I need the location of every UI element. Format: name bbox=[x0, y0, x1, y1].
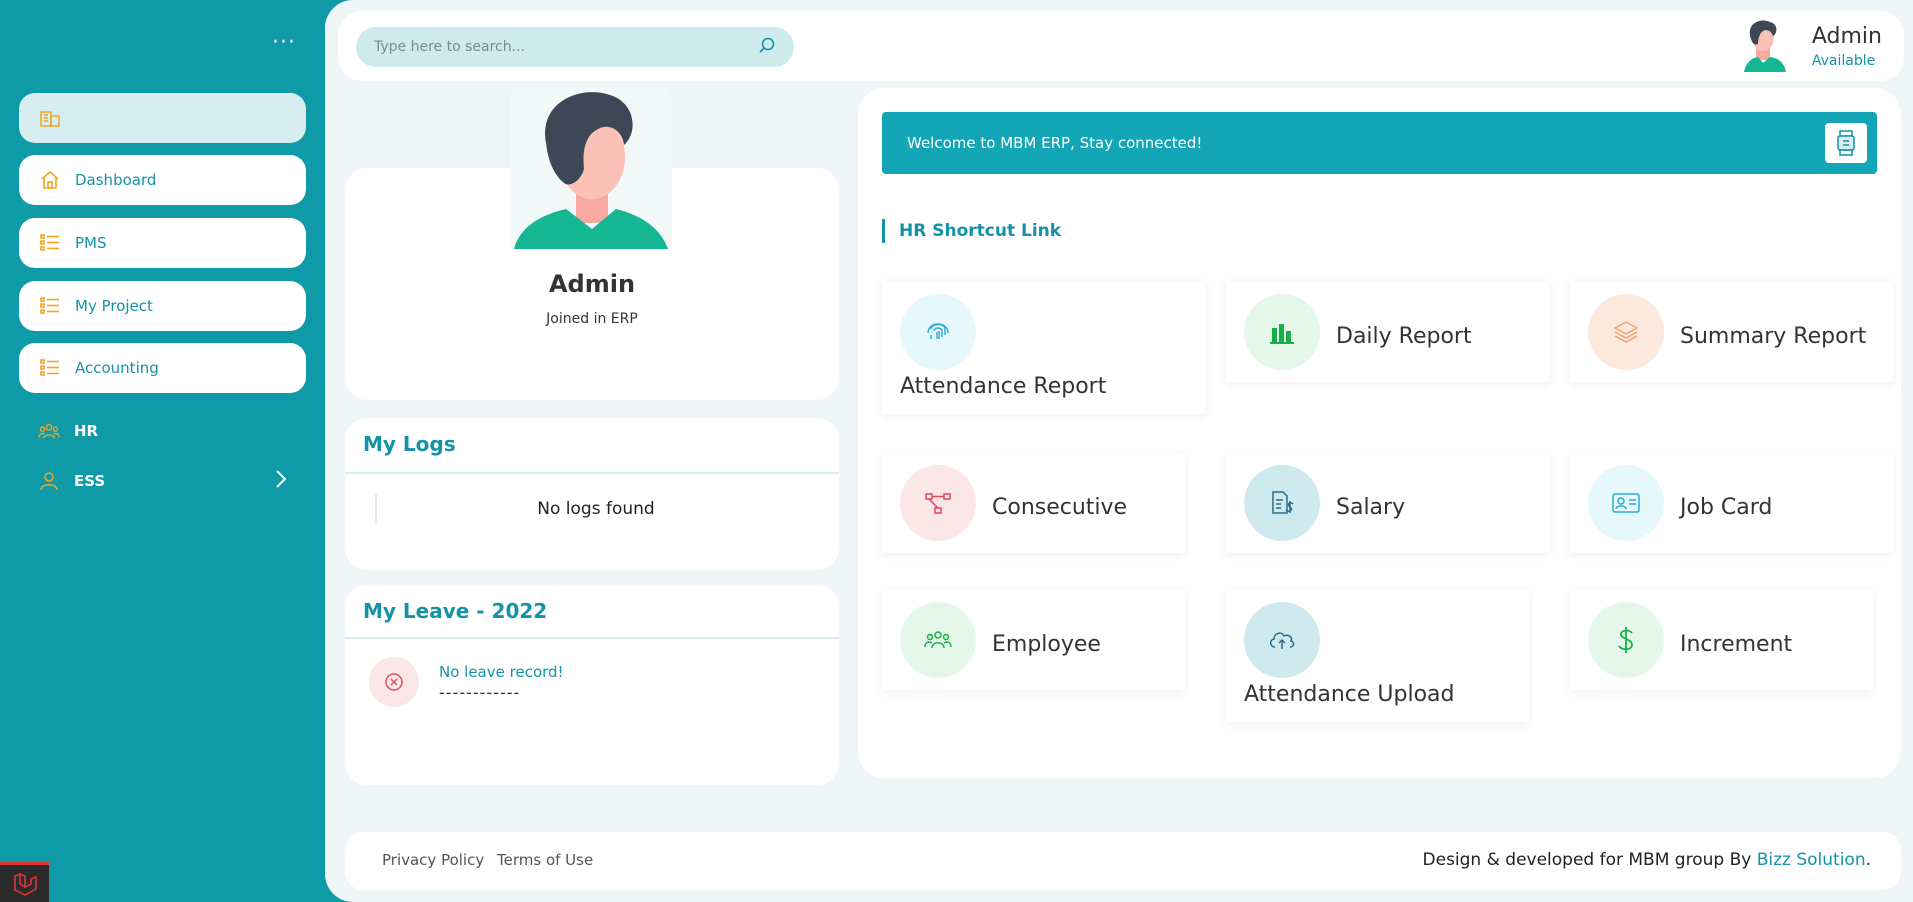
sidebar-section-label: ESS bbox=[74, 472, 106, 490]
shortcut-label: Summary Report bbox=[1680, 324, 1867, 349]
fingerprint-icon bbox=[900, 294, 976, 370]
sidebar-item-dashboard[interactable]: Dashboard bbox=[19, 155, 306, 205]
shortcut-summary-report[interactable]: Summary Report bbox=[1570, 282, 1893, 382]
salary-doc-icon bbox=[1244, 465, 1320, 541]
divider bbox=[345, 472, 839, 474]
user-icon bbox=[38, 470, 60, 492]
search-icon[interactable] bbox=[758, 36, 776, 58]
footer-credit: Design & developed for MBM group By Bizz… bbox=[1423, 850, 1871, 870]
top-bar: Admin Available bbox=[338, 11, 1904, 81]
shortcut-increment[interactable]: Increment bbox=[1570, 590, 1873, 690]
shortcut-label: Attendance Report bbox=[900, 374, 1107, 399]
shortcut-label: Increment bbox=[1680, 632, 1793, 657]
shortcut-employee[interactable]: Employee bbox=[882, 590, 1185, 690]
shortcut-attendance-upload[interactable]: Attendance Upload bbox=[1226, 590, 1529, 722]
profile-name: Admin bbox=[548, 270, 636, 298]
watch-icon[interactable] bbox=[1825, 123, 1867, 163]
shortcut-section-title: HR Shortcut Link bbox=[882, 219, 1061, 243]
team-icon bbox=[900, 602, 976, 678]
search-bar bbox=[356, 27, 794, 67]
sidebar-item-label: PMS bbox=[75, 234, 107, 252]
profile-subtitle: Joined in ERP bbox=[546, 311, 638, 327]
sidebar-item-my-project[interactable]: My Project bbox=[19, 281, 306, 331]
main-content: Admin Available Admin Joined in ERP My L… bbox=[325, 0, 1913, 902]
list-icon bbox=[39, 357, 61, 379]
shortcut-daily-report[interactable]: Daily Report bbox=[1226, 282, 1549, 382]
sidebar: ··· Dashboard PMS My Project Accounting bbox=[0, 0, 325, 902]
sidebar-item-company[interactable] bbox=[19, 93, 306, 143]
sidebar-item-pms[interactable]: PMS bbox=[19, 218, 306, 268]
welcome-message: Welcome to MBM ERP, Stay connected! bbox=[907, 134, 1203, 152]
user-status: Available bbox=[1811, 53, 1876, 70]
shortcut-consecutive[interactable]: Consecutive bbox=[882, 453, 1185, 553]
shortcut-attendance-report[interactable]: Attendance Report bbox=[882, 282, 1205, 414]
bizz-solution-link[interactable]: Bizz Solution bbox=[1757, 850, 1866, 870]
home-icon bbox=[39, 169, 61, 191]
sidebar-item-accounting[interactable]: Accounting bbox=[19, 343, 306, 393]
chevron-right-icon[interactable] bbox=[274, 468, 288, 494]
laravel-debug-icon[interactable] bbox=[0, 862, 49, 902]
profile-avatar bbox=[510, 87, 672, 249]
list-icon bbox=[39, 232, 61, 254]
list-icon bbox=[39, 295, 61, 317]
layers-icon bbox=[1588, 294, 1664, 370]
sidebar-item-label: My Project bbox=[75, 297, 153, 315]
user-menu[interactable]: Admin Available bbox=[1740, 18, 1882, 76]
sidebar-section-hr[interactable]: HR bbox=[38, 420, 288, 442]
shortcut-label: Consecutive bbox=[992, 495, 1128, 520]
sidebar-section-ess[interactable]: ESS bbox=[38, 470, 288, 492]
leave-card: My Leave - 2022 No leave record! -------… bbox=[345, 585, 839, 785]
dollar-icon bbox=[1588, 602, 1664, 678]
search-input[interactable] bbox=[374, 39, 758, 55]
leave-title: My Leave - 2022 bbox=[363, 599, 548, 623]
cloud-upload-icon bbox=[1244, 602, 1320, 678]
close-circle-icon bbox=[369, 657, 419, 707]
sidebar-item-label: Accounting bbox=[75, 359, 159, 377]
shortcut-label: Salary bbox=[1336, 495, 1406, 520]
footer-credit-suffix: . bbox=[1865, 850, 1871, 870]
avatar bbox=[1740, 18, 1790, 76]
sidebar-section-label: HR bbox=[74, 422, 99, 440]
footer: Privacy Policy Terms of Use Design & dev… bbox=[345, 832, 1901, 890]
sidebar-item-label: Dashboard bbox=[75, 171, 157, 189]
logs-title: My Logs bbox=[363, 432, 456, 456]
logs-card: My Logs No logs found bbox=[345, 418, 839, 570]
shortcut-job-card[interactable]: Job Card bbox=[1570, 453, 1893, 553]
flowchart-icon bbox=[900, 465, 976, 541]
shortcut-panel: Welcome to MBM ERP, Stay connected! HR S… bbox=[858, 88, 1901, 778]
building-icon bbox=[39, 107, 61, 129]
shortcut-label: Attendance Upload bbox=[1244, 682, 1455, 707]
leave-placeholder: ------------ bbox=[439, 683, 521, 702]
shortcut-label: Daily Report bbox=[1336, 324, 1472, 349]
welcome-banner: Welcome to MBM ERP, Stay connected! bbox=[882, 112, 1877, 174]
privacy-policy-link[interactable]: Privacy Policy bbox=[382, 851, 484, 869]
users-icon bbox=[38, 420, 60, 442]
divider bbox=[345, 637, 839, 639]
logs-empty-message: No logs found bbox=[375, 494, 815, 524]
footer-credit-text: Design & developed for MBM group By bbox=[1422, 850, 1752, 870]
shortcut-salary[interactable]: Salary bbox=[1226, 453, 1549, 553]
bar-chart-icon bbox=[1244, 294, 1320, 370]
sidebar-menu-dots[interactable]: ··· bbox=[272, 32, 296, 54]
terms-of-use-link[interactable]: Terms of Use bbox=[497, 851, 593, 869]
leave-empty-message: No leave record! bbox=[439, 663, 564, 681]
shortcut-label: Job Card bbox=[1680, 495, 1773, 520]
id-card-icon bbox=[1588, 465, 1664, 541]
shortcut-label: Employee bbox=[992, 632, 1101, 657]
user-name: Admin bbox=[1811, 23, 1882, 49]
